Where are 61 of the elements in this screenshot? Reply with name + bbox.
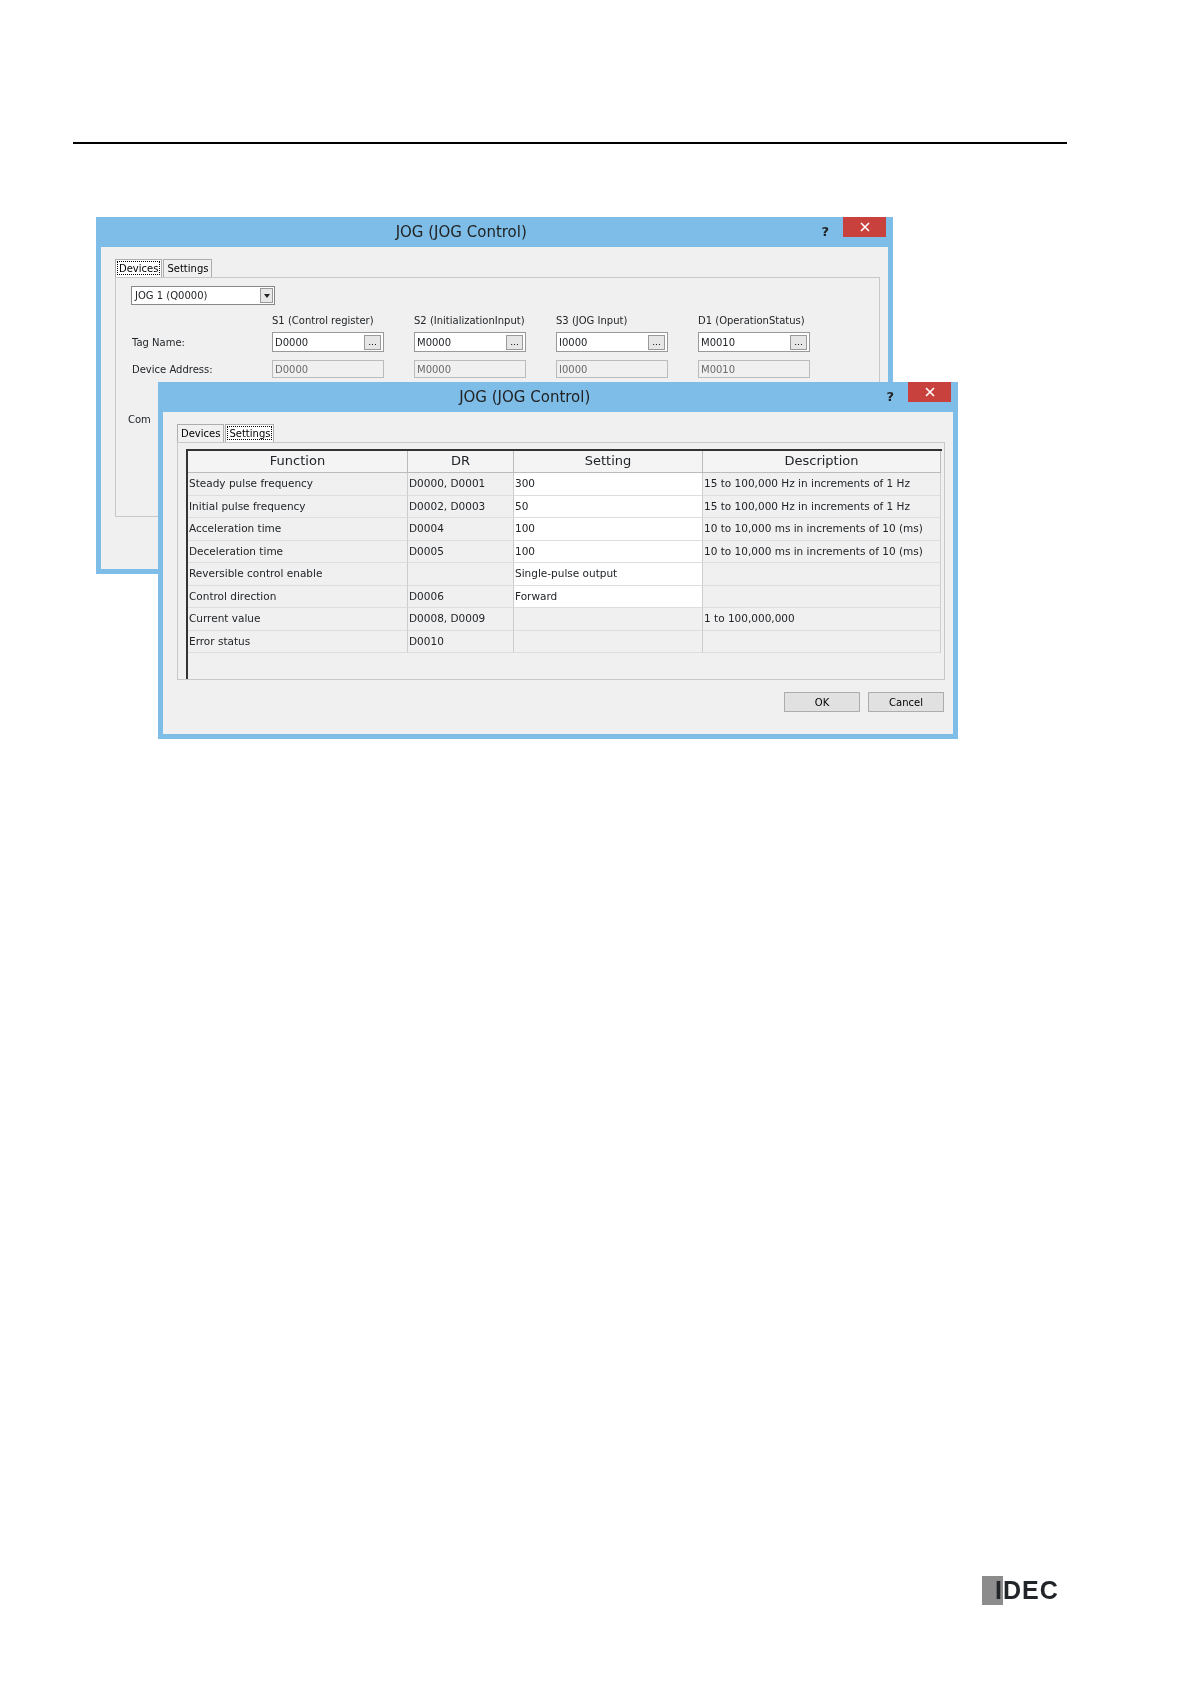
table-cell[interactable]: Forward [514, 585, 703, 608]
caret-icon [263, 293, 270, 298]
table-cell[interactable]: 100 [514, 518, 703, 541]
help-button[interactable]: ? [886, 387, 894, 407]
browse-button[interactable]: ... [506, 334, 523, 350]
help-button[interactable]: ? [821, 222, 829, 242]
row-label: Com [128, 413, 151, 427]
window-title: JOG (JOG Control) [394, 221, 528, 243]
row-label: Tag Name: [132, 335, 186, 350]
input-field[interactable]: M0000 ... [414, 332, 526, 352]
input-field: M0000 [414, 360, 526, 378]
table-cell: Error status [188, 630, 408, 653]
dialog-button[interactable]: OK [784, 692, 860, 712]
column-label: S2 (InitializationInput) [414, 314, 526, 328]
column-label: S3 (JOG Input) [556, 314, 629, 328]
column-label: D1 (OperationStatus) [698, 314, 806, 328]
table-cell: Deceleration time [188, 540, 408, 563]
close-icon [859, 222, 870, 232]
table-cell: D0008, D0009 [408, 608, 514, 631]
input-field[interactable]: D0000 ... [272, 332, 384, 352]
table-cell: 15 to 100,000 Hz in increments of 1 Hz [703, 473, 941, 496]
dropdown[interactable]: JOG 1 (Q0000) [131, 286, 275, 305]
tab[interactable]: Settings [163, 259, 213, 277]
close-button[interactable] [908, 382, 951, 402]
tab[interactable]: Settings [225, 424, 275, 442]
table-cell: Acceleration time [188, 518, 408, 541]
close-button[interactable] [843, 217, 886, 237]
table-cell: 15 to 100,000 Hz in increments of 1 Hz [703, 495, 941, 518]
table-cell: 10 to 10,000 ms in increments of 10 (ms) [703, 518, 941, 541]
input-field: D0000 [272, 360, 384, 378]
dialog-button[interactable]: Cancel [868, 692, 944, 712]
table-cell: Initial pulse frequency [188, 495, 408, 518]
row-label: Device Address: [132, 362, 214, 377]
table-cell: Reversible control enable [188, 563, 408, 586]
table-cell: 1 to 100,000,000 [703, 608, 941, 631]
column-label: S1 (Control register) [272, 314, 375, 328]
browse-button[interactable]: ... [364, 334, 381, 350]
column-header: Description [703, 451, 941, 473]
table-cell: Control direction [188, 585, 408, 608]
table-cell: 10 to 10,000 ms in increments of 10 (ms) [703, 540, 941, 563]
close-icon [924, 387, 935, 397]
window-title: JOG (JOG Control) [457, 386, 592, 408]
table-cell[interactable]: 100 [514, 540, 703, 563]
tab[interactable]: Devices [115, 259, 163, 277]
column-header: DR [408, 451, 514, 473]
table-cell[interactable]: 300 [514, 473, 703, 496]
logo: IDEC [982, 1576, 1059, 1605]
table-cell[interactable]: Single-pulse output [514, 563, 703, 586]
column-header: Function [188, 451, 408, 473]
table-cell[interactable]: 50 [514, 495, 703, 518]
browse-button[interactable]: ... [790, 334, 807, 350]
input-field[interactable]: M0010 ... [698, 332, 810, 352]
column-header: Setting [514, 451, 703, 473]
input-field: M0010 [698, 360, 810, 378]
browse-button[interactable]: ... [648, 334, 665, 350]
table-cell: Steady pulse frequency [188, 473, 408, 496]
tab[interactable]: Devices [177, 424, 225, 442]
input-field[interactable]: I0000 ... [556, 332, 668, 352]
input-field: I0000 [556, 360, 668, 378]
table-cell: Current value [188, 608, 408, 631]
table-cell: D0010 [408, 630, 514, 653]
